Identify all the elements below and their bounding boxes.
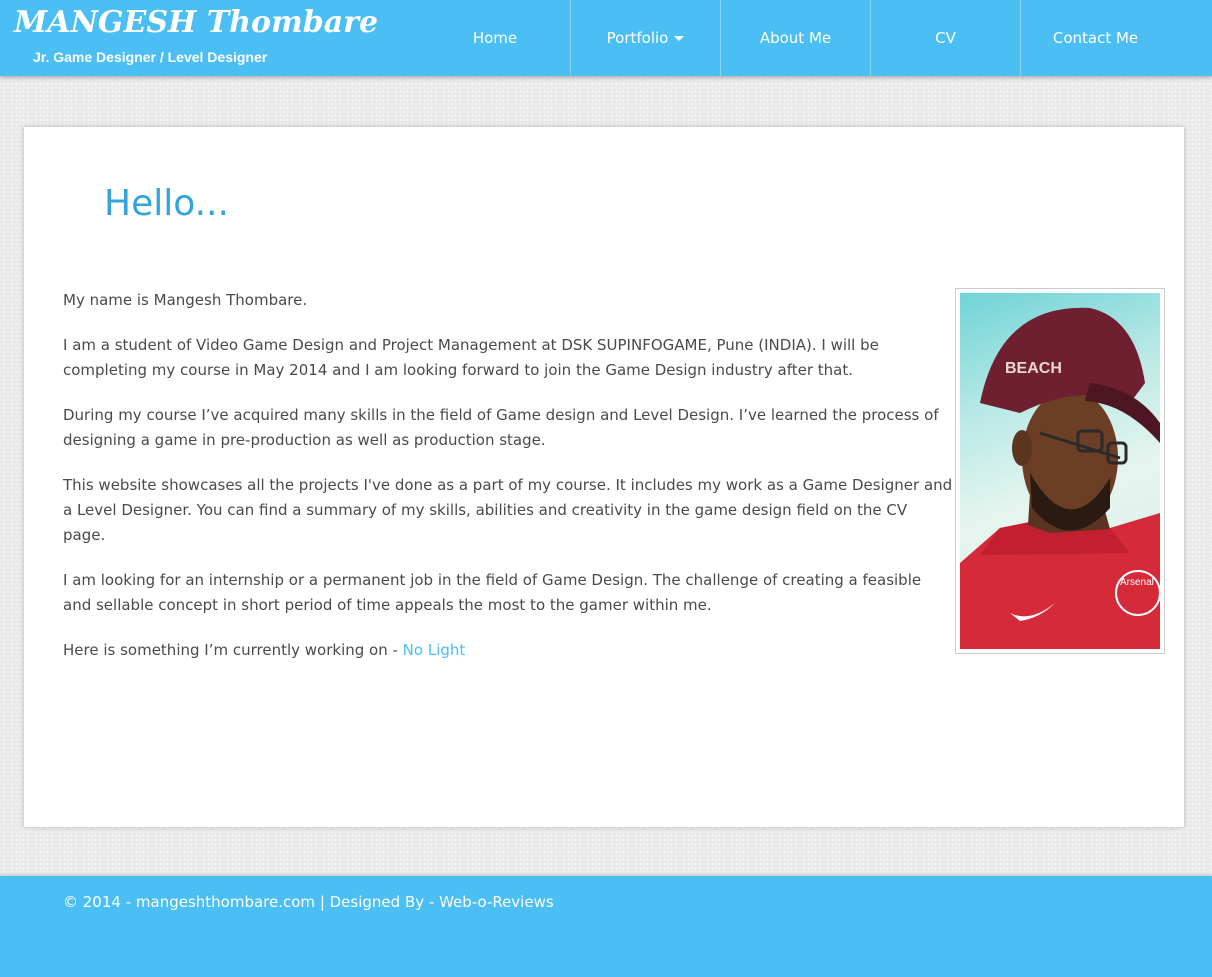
nav-item-about-me[interactable]: About Me xyxy=(720,0,870,76)
site-title[interactable]: MANGESH Thombare xyxy=(14,4,378,42)
working-on-label: Here is something I’m currently working … xyxy=(63,641,403,659)
shirt-text: Arsenal xyxy=(1120,577,1154,588)
caret-down-icon xyxy=(674,35,685,41)
brand[interactable]: MANGESH Thombare Jr. Game Designer / Lev… xyxy=(14,4,378,65)
intro-paragraph: I am looking for an internship or a perm… xyxy=(63,571,922,614)
nav-item-label: Portfolio xyxy=(606,29,669,47)
cap-text: BEACH xyxy=(1005,360,1062,377)
profile-photo: BEACH Arsenal xyxy=(960,293,1160,649)
content-panel: Hello... My name is Mangesh Thombare. I … xyxy=(24,127,1184,827)
portrait-illustration: BEACH Arsenal xyxy=(960,307,1160,649)
page-heading: Hello... xyxy=(104,183,229,224)
nav-item-label: Home xyxy=(472,29,518,47)
nav-item-label: Contact Me xyxy=(1052,29,1139,47)
designed-by-text: | Designed By - xyxy=(315,893,440,911)
copyright-text: © 2014 - xyxy=(63,893,136,911)
site-subtitle: Jr. Game Designer / Level Designer xyxy=(33,49,268,65)
nav-item-portfolio[interactable]: Portfolio xyxy=(570,0,720,76)
nav-item-contact-me[interactable]: Contact Me xyxy=(1020,0,1170,76)
footer-text: © 2014 - mangeshthombare.com | Designed … xyxy=(63,893,554,911)
intro-text: My name is Mangesh Thombare. I am a stud… xyxy=(63,288,953,683)
nav-item-label: About Me xyxy=(759,29,832,47)
designer-link[interactable]: Web-o-Reviews xyxy=(439,893,554,911)
intro-paragraph: This website showcases all the projects … xyxy=(63,476,953,544)
intro-paragraph: I am a student of Video Game Design and … xyxy=(63,336,879,379)
nav-item-label: CV xyxy=(935,29,956,47)
working-on-paragraph: Here is something I’m currently working … xyxy=(63,638,953,663)
nav-item-cv[interactable]: CV xyxy=(870,0,1020,76)
main-nav: Home Portfolio About Me CV Contact Me xyxy=(420,0,1170,76)
profile-photo-frame: BEACH Arsenal xyxy=(955,288,1165,654)
intro-paragraph: My name is Mangesh Thombare. xyxy=(63,291,308,309)
nav-item-home[interactable]: Home xyxy=(420,0,570,76)
site-link[interactable]: mangeshthombare.com xyxy=(136,893,315,911)
site-footer: © 2014 - mangeshthombare.com | Designed … xyxy=(0,876,1212,977)
intro-paragraph: During my course I’ve acquired many skil… xyxy=(63,406,939,449)
site-header: MANGESH Thombare Jr. Game Designer / Lev… xyxy=(0,0,1212,76)
no-light-link[interactable]: No Light xyxy=(403,641,466,659)
